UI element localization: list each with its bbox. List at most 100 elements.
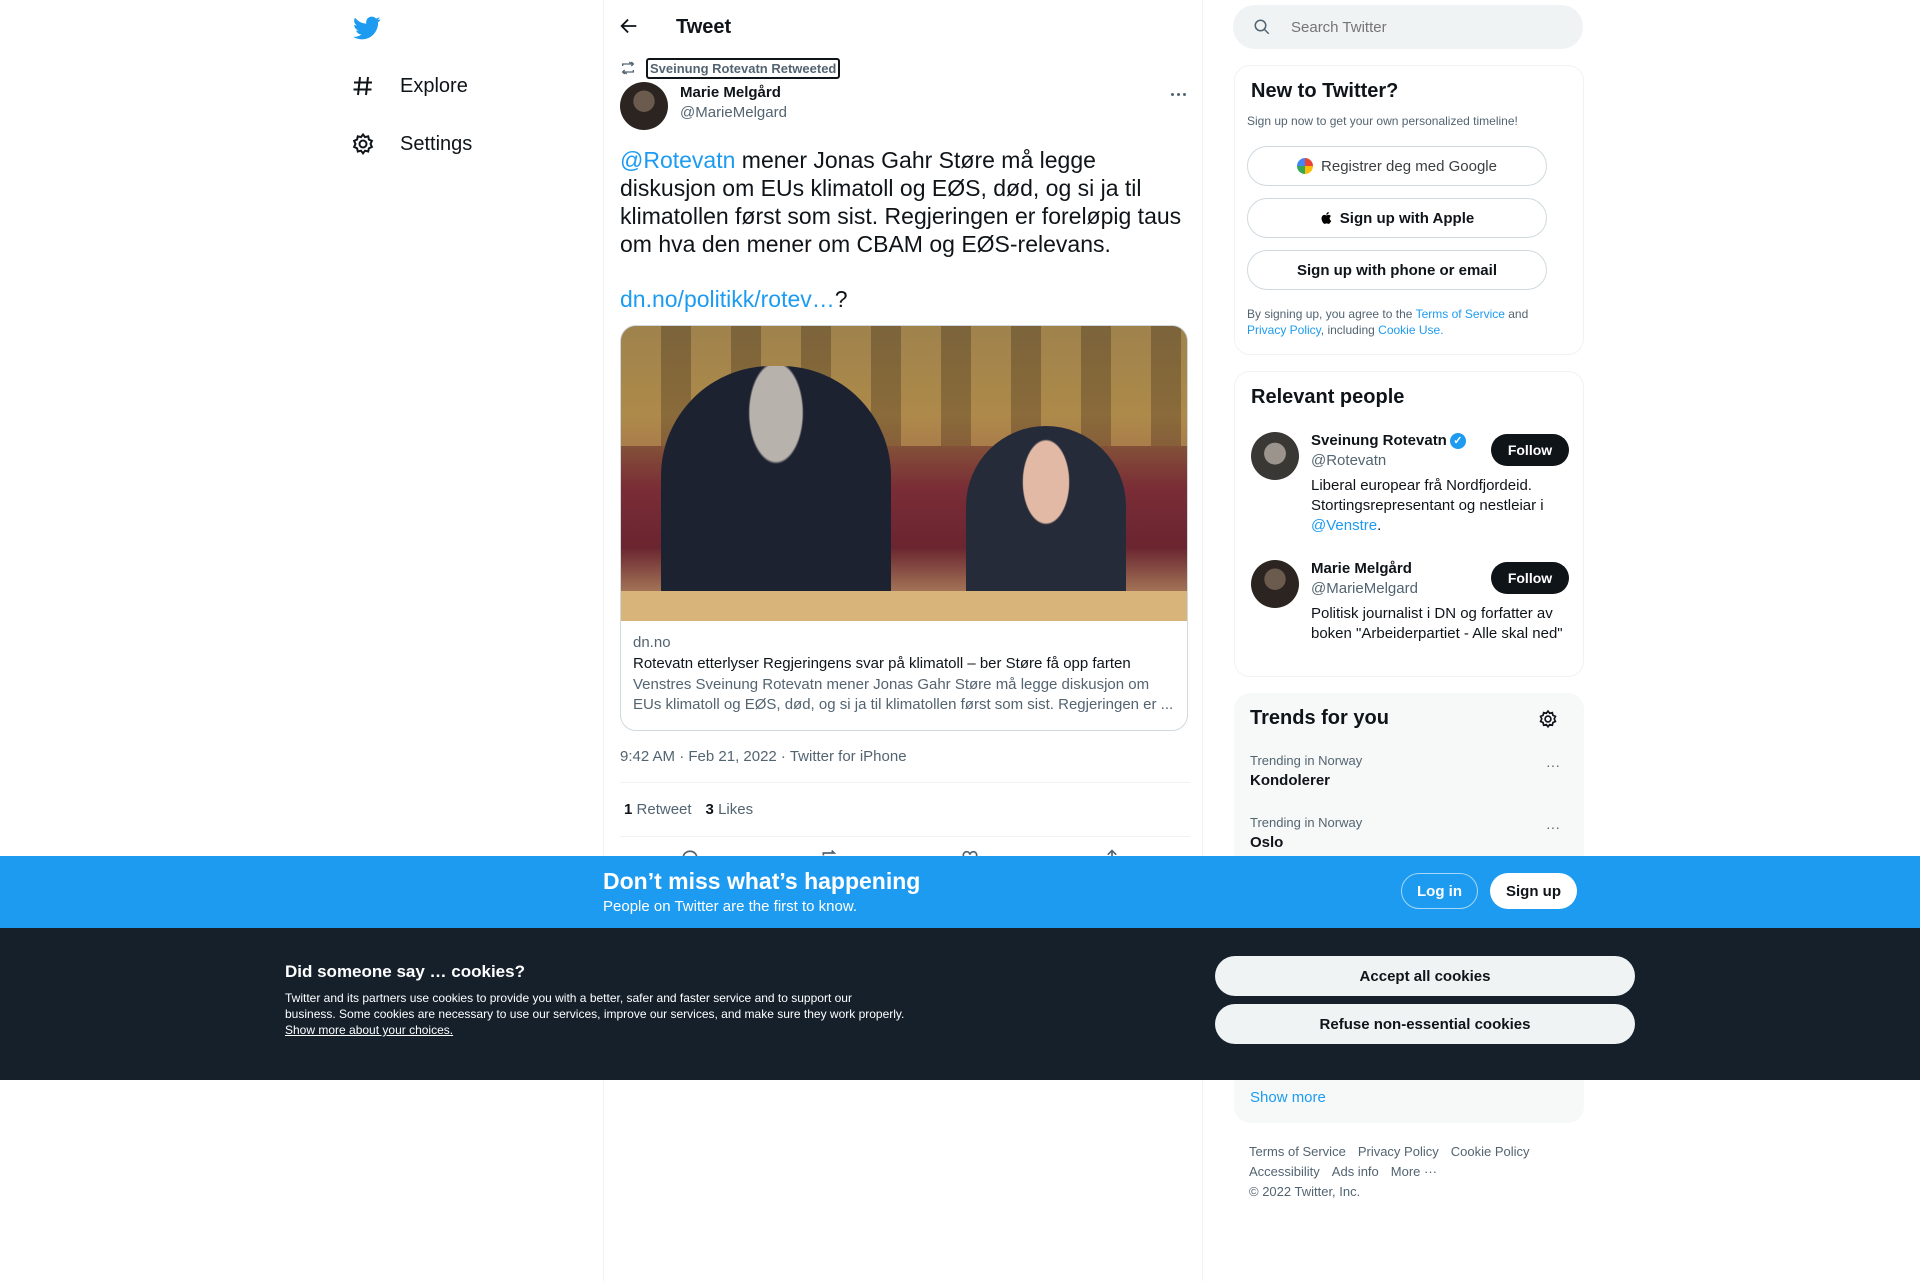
login-button[interactable]: Log in xyxy=(1401,873,1478,909)
trends-title: Trends for you xyxy=(1250,707,1389,729)
footer-row: Terms of Service Privacy Policy Cookie Pol… xyxy=(1249,1142,1579,1162)
tweet-stats: 1 Retweet 3 Likes xyxy=(624,801,753,818)
trend-more-button[interactable]: ··· xyxy=(1546,819,1560,835)
google-signup-label: Registrer deg med Google xyxy=(1321,157,1497,175)
card-domain: dn.no xyxy=(633,634,671,651)
divider xyxy=(620,782,1190,783)
retweeted-by-link[interactable]: Sveinung Rotevatn Retweeted xyxy=(646,58,841,79)
footer-cookie-link[interactable]: Cookie Policy xyxy=(1451,1144,1530,1159)
relevant-people-panel: Relevant people Sveinung Rotevatn ✓ @Rot… xyxy=(1234,371,1584,677)
search-input[interactable] xyxy=(1291,18,1551,36)
person-avatar[interactable] xyxy=(1251,432,1299,480)
signup-subtitle: Sign up now to get your own personalized… xyxy=(1247,114,1518,128)
signup-banner: Don’t miss what’s happening People on Tw… xyxy=(0,856,1920,928)
show-more-link[interactable]: Show more xyxy=(1250,1089,1326,1106)
cookie-use-link[interactable]: Cookie Use. xyxy=(1378,323,1443,337)
cookie-body: Twitter and its partners use cookies to … xyxy=(285,990,905,1038)
footer-terms-link[interactable]: Terms of Service xyxy=(1249,1144,1346,1159)
tweet-link-line: dn.no/politikk/rotev…? xyxy=(620,286,848,313)
person-bio-end: . xyxy=(1377,517,1382,534)
footer-accessibility-link[interactable]: Accessibility xyxy=(1249,1164,1320,1179)
likes-label: Likes xyxy=(718,801,754,818)
divider xyxy=(620,836,1190,837)
likes-stat[interactable]: 3 Likes xyxy=(706,801,754,818)
gear-icon xyxy=(1539,709,1557,729)
more-options-button[interactable] xyxy=(1166,88,1190,100)
trends-settings-button[interactable] xyxy=(1538,709,1558,729)
verified-badge-icon: ✓ xyxy=(1449,432,1466,449)
apple-signup-button[interactable]: Sign up with Apple xyxy=(1247,198,1547,238)
nav-explore[interactable]: Explore xyxy=(350,73,468,99)
footer-copyright: © 2022 Twitter, Inc. xyxy=(1249,1184,1361,1199)
article-link[interactable]: dn.no/politikk/rotev… xyxy=(620,286,835,312)
footer-row: Accessibility Ads info More ··· xyxy=(1249,1162,1579,1182)
card-image xyxy=(621,326,1187,621)
person-avatar[interactable] xyxy=(1251,560,1299,608)
nav-settings-label: Settings xyxy=(400,132,473,155)
accept-cookies-button[interactable]: Accept all cookies xyxy=(1215,956,1635,996)
trend-more-button[interactable]: ··· xyxy=(1546,757,1560,773)
author-handle[interactable]: @MarieMelgard xyxy=(680,104,787,121)
card-body: dn.no Rotevatn etterlyser Regjeringens s… xyxy=(621,621,1187,727)
twitter-bird-icon xyxy=(353,16,381,40)
arrow-left-icon xyxy=(620,18,637,34)
relevant-title: Relevant people xyxy=(1251,386,1405,408)
gear-icon xyxy=(350,131,376,157)
card-image-figure-back xyxy=(661,366,891,621)
phone-signup-label: Sign up with phone or email xyxy=(1296,261,1497,279)
person-name-text: Sveinung Rotevatn xyxy=(1311,432,1447,449)
trend-item[interactable]: Trending in Norway Oslo ··· xyxy=(1250,815,1568,851)
retweets-count: 1 xyxy=(624,801,633,818)
refuse-cookies-button[interactable]: Refuse non-essential cookies xyxy=(1215,1004,1635,1044)
author-avatar[interactable] xyxy=(620,82,668,130)
retweets-label: Retweet xyxy=(636,801,692,818)
cookie-body-text: Twitter and its partners use cookies to … xyxy=(285,991,905,1021)
phone-signup-button[interactable]: Sign up with phone or email xyxy=(1247,250,1547,290)
person-bio: Liberal europear frå Nordfjordeid. Stort… xyxy=(1311,476,1573,536)
card-image-desk xyxy=(621,591,1187,621)
dot-icon xyxy=(1176,92,1180,96)
link-suffix: ? xyxy=(834,286,848,312)
author-name[interactable]: Marie Melgård xyxy=(680,84,781,101)
page-title: Tweet xyxy=(676,16,732,38)
tweet-text: @Rotevatn mener Jonas Gahr Støre må legg… xyxy=(620,146,1190,258)
person-handle[interactable]: @Rotevatn xyxy=(1311,452,1386,469)
terms-link[interactable]: Terms of Service xyxy=(1416,307,1505,321)
search-icon xyxy=(1253,18,1271,36)
google-signup-button[interactable]: Registrer deg med Google xyxy=(1247,146,1547,186)
retweets-stat[interactable]: 1 Retweet xyxy=(624,801,692,818)
cookie-choices-link[interactable]: Show more about your choices. xyxy=(285,1023,453,1037)
search-bar[interactable] xyxy=(1233,5,1583,49)
venstre-link[interactable]: @Venstre xyxy=(1311,517,1377,534)
tweet-timestamp[interactable]: 9:42 AM · Feb 21, 2022 · Twitter for iPh… xyxy=(620,748,907,765)
twitter-logo[interactable] xyxy=(352,14,382,42)
likes-count: 3 xyxy=(705,801,714,818)
follow-button[interactable]: Follow xyxy=(1491,434,1569,466)
trend-name: Kondolerer xyxy=(1250,772,1331,789)
trend-name: Oslo xyxy=(1250,834,1284,851)
footer-privacy-link[interactable]: Privacy Policy xyxy=(1358,1144,1439,1159)
back-button[interactable] xyxy=(618,15,642,39)
follow-button[interactable]: Follow xyxy=(1491,562,1569,594)
hashtag-icon xyxy=(350,73,376,99)
footer-ads-link[interactable]: Ads info xyxy=(1332,1164,1379,1179)
trend-item[interactable]: Trending in Norway Kondolerer ··· xyxy=(1250,753,1568,789)
signup-button[interactable]: Sign up xyxy=(1490,873,1577,909)
person-handle[interactable]: @MarieMelgard xyxy=(1311,580,1418,597)
terms-and: and xyxy=(1504,307,1529,321)
nav-settings[interactable]: Settings xyxy=(350,131,472,157)
banner-subtitle: People on Twitter are the first to know. xyxy=(603,898,858,915)
footer-links: Terms of Service Privacy Policy Cookie Pol… xyxy=(1249,1142,1579,1202)
terms-including: , including xyxy=(1320,323,1379,337)
apple-signup-label: Sign up with Apple xyxy=(1339,209,1475,227)
google-icon xyxy=(1297,158,1314,174)
nav-explore-label: Explore xyxy=(400,74,468,97)
link-card[interactable]: dn.no Rotevatn etterlyser Regjeringens s… xyxy=(620,325,1188,731)
person-name[interactable]: Marie Melgård xyxy=(1311,560,1412,577)
cookie-title: Did someone say … cookies? xyxy=(285,962,525,981)
footer-more-link[interactable]: More ··· xyxy=(1391,1164,1437,1179)
banner-title: Don’t miss what’s happening xyxy=(603,868,921,894)
mention-link[interactable]: @Rotevatn xyxy=(620,147,735,173)
person-name[interactable]: Sveinung Rotevatn ✓ xyxy=(1311,432,1466,449)
privacy-link[interactable]: Privacy Policy xyxy=(1247,323,1321,337)
